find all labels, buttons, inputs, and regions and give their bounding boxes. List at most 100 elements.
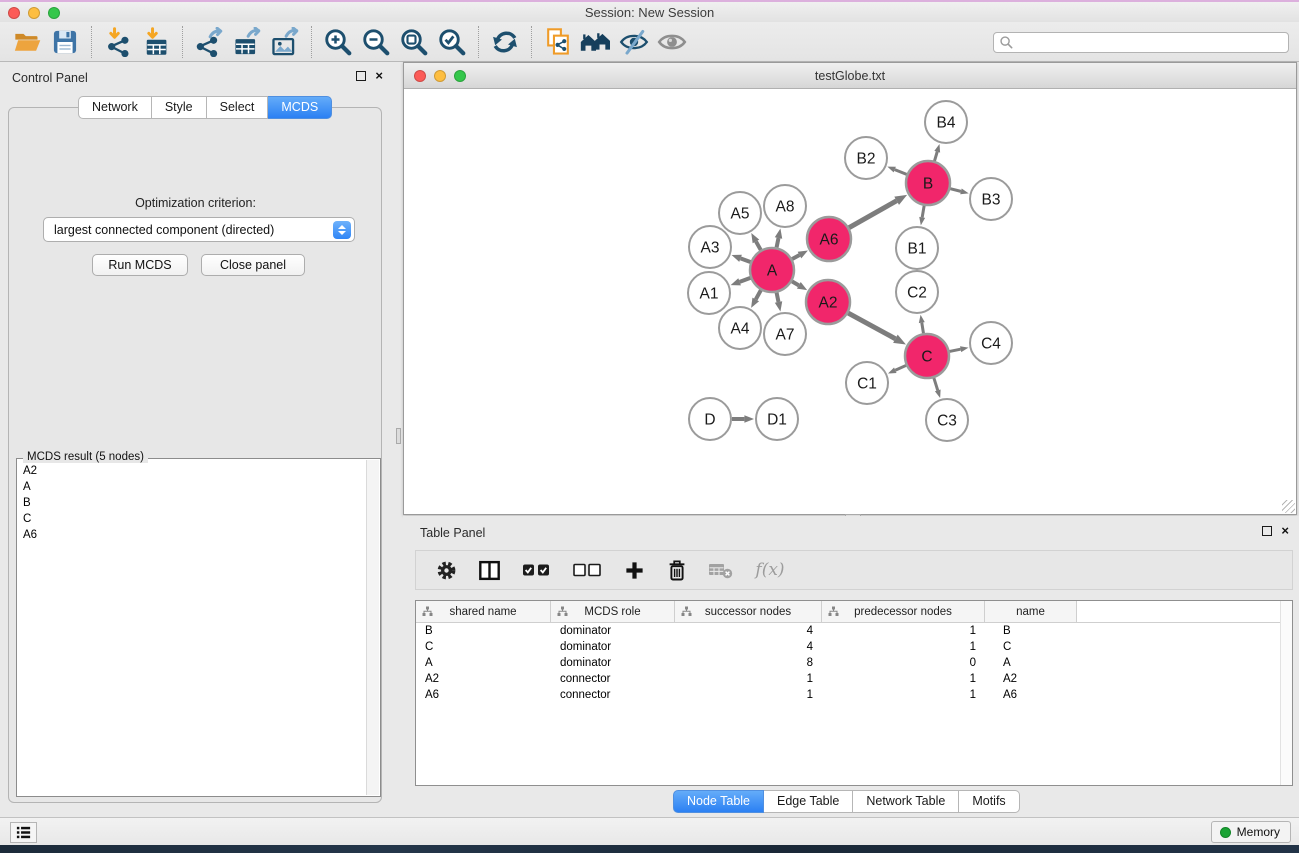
tab-edge-table[interactable]: Edge Table [764,790,853,813]
export-image-button[interactable] [266,25,304,59]
column-header-name[interactable]: name [985,601,1077,623]
open-session-button[interactable] [577,25,615,59]
edge-A-A6[interactable] [792,255,799,259]
edge-A-A2[interactable] [792,281,799,285]
node-D[interactable]: D [689,398,731,440]
function-builder-button[interactable]: f(x) [750,557,790,583]
edge-A-A8[interactable] [777,238,779,248]
node-C1[interactable]: C1 [846,362,888,404]
node-B[interactable]: B [906,161,950,205]
mcds-result-item[interactable]: C [19,511,364,527]
edge-C-C2[interactable] [922,323,924,334]
node-C2[interactable]: C2 [896,271,938,313]
edge-A2-C[interactable] [848,313,895,339]
edge-A-A1[interactable] [740,278,751,282]
node-A7[interactable]: A7 [764,313,806,355]
node-B4[interactable]: B4 [925,101,967,143]
edge-C-C3[interactable] [934,378,938,390]
show-all-columns-button[interactable] [519,557,553,583]
network-window-titlebar[interactable]: testGlobe.txt [404,63,1296,89]
edge-A-A5[interactable] [756,241,761,250]
edge-B-B1[interactable] [922,206,924,218]
network-canvas[interactable]: A A1 A2 A3 A4 A5 A6 A7 A8 B B1 B2 B3B4 C C1 C2 C3C4 D D1 [404,89,1296,514]
zoom-out-button[interactable] [357,25,395,59]
node-A8[interactable]: A8 [764,185,806,227]
node-D1[interactable]: D1 [756,398,798,440]
node-A5[interactable]: A5 [719,192,761,234]
save-session-button[interactable] [46,25,84,59]
zoom-in-button[interactable] [319,25,357,59]
clone-network-button[interactable] [539,25,577,59]
import-table-button[interactable] [137,25,175,59]
table-row[interactable]: Bdominator41B [416,623,1292,639]
node-A3[interactable]: A3 [689,226,731,268]
tab-motifs[interactable]: Motifs [959,790,1019,813]
node-A[interactable]: A [750,248,794,292]
node-B1[interactable]: B1 [896,227,938,269]
task-history-button[interactable] [10,822,37,843]
node-B3[interactable]: B3 [970,178,1012,220]
table-row[interactable]: A2connector11A2 [416,671,1292,687]
node-C[interactable]: C [905,334,949,378]
zoom-selected-button[interactable] [433,25,471,59]
tab-mcds[interactable]: MCDS [268,96,332,119]
export-network-button[interactable] [190,25,228,59]
mcds-list-scrollbar[interactable] [366,460,379,795]
node-A4[interactable]: A4 [719,307,761,349]
edge-B-B3[interactable] [950,189,961,192]
tab-select[interactable]: Select [207,96,269,119]
edge-C-C4[interactable] [950,349,961,351]
edge-B-B4[interactable] [935,152,938,161]
node-B2[interactable]: B2 [845,137,887,179]
delete-column-button[interactable] [664,557,690,583]
close-panel-button[interactable]: Close panel [201,254,305,276]
open-file-button[interactable] [8,25,46,59]
edge-A-A4[interactable] [756,290,761,299]
close-panel-icon[interactable]: × [375,71,383,81]
vertical-splitter-grip[interactable] [396,428,401,444]
edge-A-A3[interactable] [741,258,751,262]
node-A1[interactable]: A1 [688,272,730,314]
hide-graphics-details-button[interactable] [615,25,653,59]
edge-A-A7[interactable] [777,293,779,303]
edge-C-C1[interactable] [895,365,906,370]
tab-node-table[interactable]: Node Table [673,790,764,813]
node-A6[interactable]: A6 [807,217,851,261]
edge-A6-B[interactable] [849,201,897,228]
search-field[interactable] [993,32,1289,53]
mcds-result-item[interactable]: B [19,495,364,511]
node-A2[interactable]: A2 [806,280,850,324]
refresh-button[interactable] [486,25,524,59]
node-C3[interactable]: C3 [926,399,968,441]
export-table-button[interactable] [228,25,266,59]
memory-button[interactable]: Memory [1211,821,1291,843]
column-header-predecessor-nodes[interactable]: predecessor nodes [822,601,985,623]
destroy-table-button[interactable] [707,557,733,583]
mcds-result-item[interactable]: A6 [19,527,364,543]
tab-network[interactable]: Network [78,96,152,119]
criterion-select[interactable]: largest connected component (directed) [43,217,355,242]
table-row[interactable]: Adominator80A [416,655,1292,671]
split-view-button[interactable] [476,557,502,583]
close-table-panel-icon[interactable]: × [1281,526,1289,536]
node-C4[interactable]: C4 [970,322,1012,364]
import-network-button[interactable] [99,25,137,59]
float-table-panel-icon[interactable] [1262,526,1272,536]
window-resize-grip[interactable] [1282,500,1295,513]
table-row[interactable]: Cdominator41C [416,639,1292,655]
run-mcds-button[interactable]: Run MCDS [92,254,188,276]
column-header-shared-name[interactable]: shared name [416,601,551,623]
create-column-button[interactable] [621,557,647,583]
tab-network-table[interactable]: Network Table [853,790,959,813]
column-header-mcds-role[interactable]: MCDS role [551,601,675,623]
table-settings-button[interactable] [433,557,459,583]
table-scrollbar[interactable] [1280,601,1292,785]
hide-all-columns-button[interactable] [570,557,604,583]
mcds-result-item[interactable]: A2 [19,463,364,479]
table-row[interactable]: A6connector11A6 [416,687,1292,703]
search-input[interactable] [1014,34,1288,51]
zoom-fit-button[interactable] [395,25,433,59]
tab-style[interactable]: Style [152,96,207,119]
float-panel-icon[interactable] [356,71,366,81]
edge-B-B2[interactable] [895,170,907,175]
